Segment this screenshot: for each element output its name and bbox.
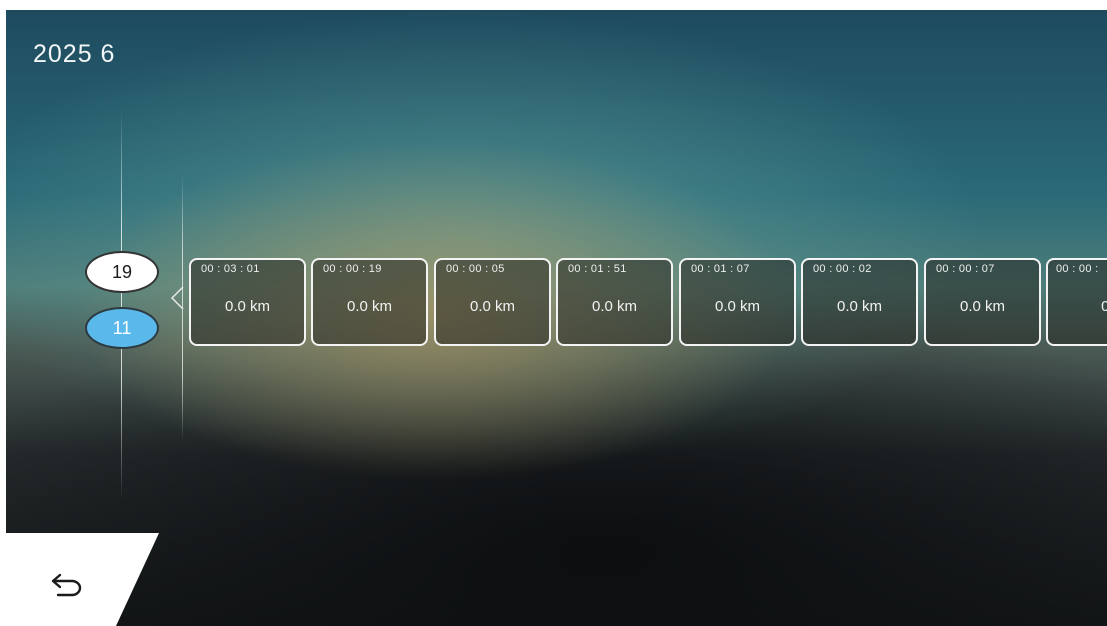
trip-card[interactable]: 00 : 00 : 0.0: [1046, 258, 1107, 346]
trip-distance: 0.0 km: [836, 298, 882, 315]
date-item-11-selected[interactable]: 11: [85, 307, 159, 349]
trip-distance: 0.0 km: [714, 298, 760, 315]
trip-distance: 0.0 km: [224, 298, 270, 315]
trip-distance: 0.0 km: [469, 298, 515, 315]
trip-duration: 00 : 01 : 51: [568, 263, 627, 275]
trip-duration: 00 : 00 : 07: [936, 263, 995, 275]
trip-card[interactable]: 00 : 00 : 07 0.0 km: [924, 258, 1041, 346]
date-timeline: [121, 110, 122, 500]
back-arrow-icon[interactable]: [50, 571, 86, 599]
year-month-title: 2025 6: [33, 40, 116, 68]
date-label: 19: [111, 261, 133, 282]
trip-card[interactable]: 00 : 01 : 07 0.0 km: [679, 258, 796, 346]
trip-duration: 00 : 00 : 05: [446, 263, 505, 275]
trip-distance: 0.0: [1101, 298, 1107, 315]
trip-duration: 00 : 00 : 19: [323, 263, 382, 275]
trip-duration: 00 : 01 : 07: [691, 263, 750, 275]
trip-card[interactable]: 00 : 00 : 05 0.0 km: [434, 258, 551, 346]
trip-duration: 00 : 00 : 02: [813, 263, 872, 275]
selection-pointer-icon: [170, 286, 184, 310]
trip-distance: 0.0 km: [591, 298, 637, 315]
trip-card[interactable]: 00 : 00 : 19 0.0 km: [311, 258, 428, 346]
trip-card[interactable]: 00 : 03 : 01 0.0 km: [189, 258, 306, 346]
trip-history-screen: 2025 6 19 11 00 : 03 : 01 0.0 km 00 : 00…: [6, 10, 1107, 626]
trip-duration: 00 : 03 : 01: [201, 263, 260, 275]
back-button[interactable]: [6, 533, 166, 626]
trip-list[interactable]: 00 : 03 : 01 0.0 km 00 : 00 : 19 0.0 km …: [189, 258, 1107, 350]
trip-duration: 00 : 00 :: [1056, 263, 1099, 275]
date-label: 11: [112, 317, 132, 338]
date-item-19[interactable]: 19: [85, 251, 159, 293]
trip-card[interactable]: 00 : 00 : 02 0.0 km: [801, 258, 918, 346]
trip-card[interactable]: 00 : 01 : 51 0.0 km: [556, 258, 673, 346]
trip-distance: 0.0 km: [959, 298, 1005, 315]
trip-distance: 0.0 km: [346, 298, 392, 315]
